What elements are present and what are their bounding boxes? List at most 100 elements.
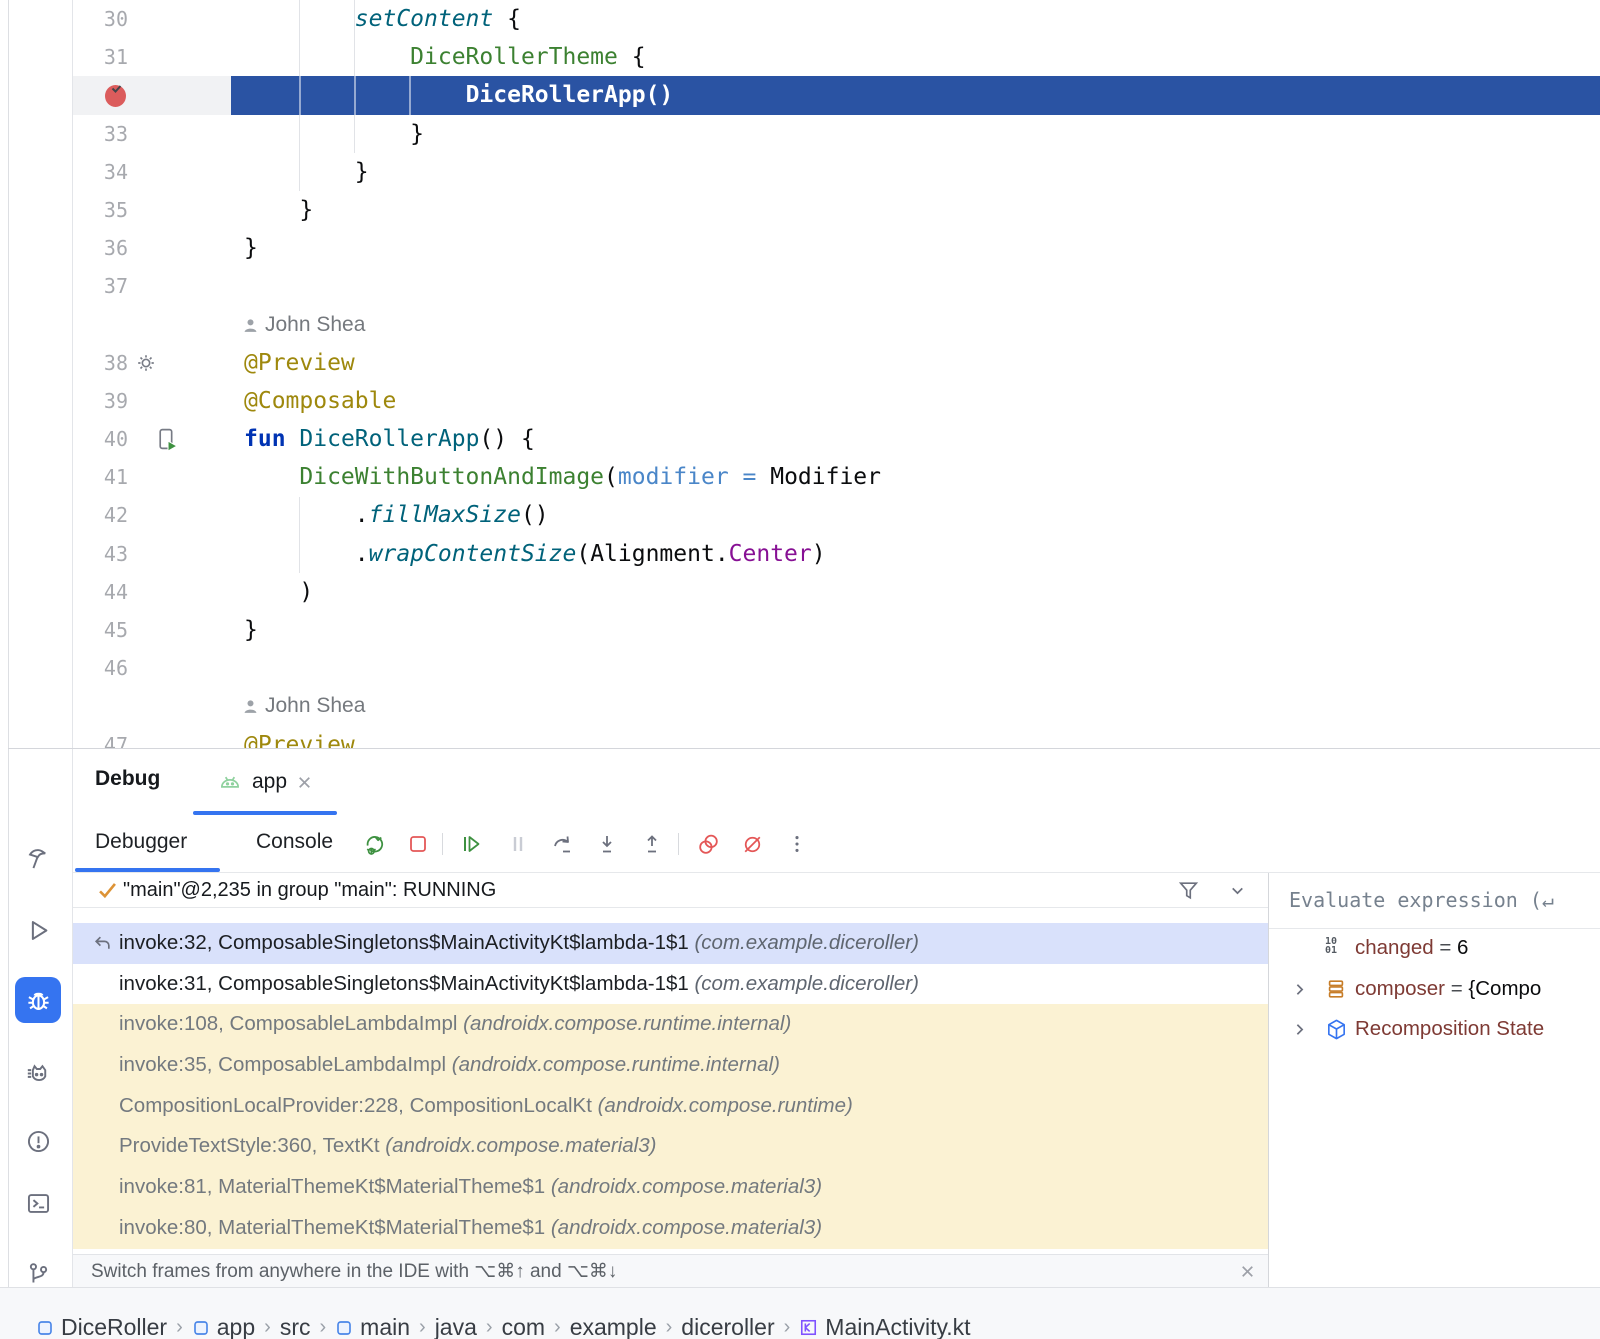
- code-line-34[interactable]: 34 }: [73, 153, 1600, 191]
- code-line-45[interactable]: 45}: [73, 611, 1600, 649]
- step-out-button[interactable]: [639, 831, 665, 857]
- toolstripe-profiler-cat-button[interactable]: [15, 1050, 61, 1096]
- android-icon: [217, 769, 243, 795]
- code-line-43[interactable]: 43 .wrapContentSize(Alignment.Center): [73, 535, 1600, 573]
- breadcrumb-item[interactable]: java: [435, 1314, 477, 1339]
- more-options-button[interactable]: [784, 831, 810, 857]
- line-number[interactable]: 41: [73, 458, 128, 496]
- breadcrumb-label: com: [502, 1314, 545, 1339]
- code-editor[interactable]: 30 setContent {31 DiceRollerTheme { Dice…: [73, 0, 1600, 748]
- stack-frame[interactable]: invoke:108, ComposableLambdaImpl (androi…: [73, 1004, 1268, 1045]
- run-preview-icon[interactable]: [155, 427, 180, 452]
- breadcrumb-label: app: [217, 1314, 255, 1339]
- line-number[interactable]: 31: [73, 38, 128, 76]
- stack-frame[interactable]: invoke:81, MaterialThemeKt$MaterialTheme…: [73, 1167, 1268, 1208]
- view-breakpoints-button[interactable]: [695, 831, 721, 857]
- tab-console[interactable]: Console: [256, 830, 333, 854]
- line-number[interactable]: 40: [73, 420, 128, 458]
- line-number[interactable]: 45: [73, 611, 128, 649]
- breakpoint-icon[interactable]: [103, 82, 129, 109]
- code-line-39[interactable]: 39 @Composable: [73, 382, 1600, 420]
- breadcrumb-item[interactable]: DiceRoller: [36, 1314, 167, 1339]
- chevron-right-icon[interactable]: [1291, 1021, 1308, 1038]
- line-number[interactable]: 44: [73, 573, 128, 611]
- stack-frame[interactable]: invoke:35, ComposableLambdaImpl (android…: [73, 1045, 1268, 1086]
- rerun-debug-button[interactable]: [361, 831, 387, 857]
- breadcrumb-item[interactable]: com: [502, 1314, 545, 1339]
- line-number[interactable]: 47: [73, 726, 128, 748]
- line-number[interactable]: 34: [73, 153, 128, 191]
- evaluate-expression-input[interactable]: Evaluate expression (↵: [1269, 873, 1600, 929]
- variable-row[interactable]: Recomposition State: [1269, 1009, 1600, 1050]
- code-line-37[interactable]: 37: [73, 267, 1600, 305]
- line-number[interactable]: 36: [73, 229, 128, 267]
- breadcrumb-item[interactable]: example: [570, 1314, 657, 1339]
- line-number[interactable]: 35: [73, 191, 128, 229]
- frame-package: (com.example.diceroller): [694, 972, 918, 995]
- breadcrumb-separator: ›: [666, 1316, 673, 1339]
- toolstripe-run-button[interactable]: [15, 907, 61, 953]
- line-number[interactable]: 46: [73, 649, 128, 687]
- line-number[interactable]: 38: [73, 344, 128, 382]
- breadcrumb-item[interactable]: app: [192, 1314, 255, 1339]
- stack-frame[interactable]: ProvideTextStyle:360, TextKt (androidx.c…: [73, 1126, 1268, 1167]
- code-line-31[interactable]: 31 DiceRollerTheme {: [73, 38, 1600, 76]
- code-line-35[interactable]: 35 }: [73, 191, 1600, 229]
- toolstripe-problems-button[interactable]: [15, 1118, 61, 1164]
- line-number[interactable]: 42: [73, 496, 128, 534]
- close-icon[interactable]: [296, 774, 313, 791]
- author-annotation[interactable]: John Shea: [73, 306, 1600, 344]
- stack-frame[interactable]: invoke:31, ComposableSingletons$MainActi…: [73, 964, 1268, 1005]
- stack-frame[interactable]: invoke:80, MaterialThemeKt$MaterialTheme…: [73, 1208, 1268, 1249]
- stack-frame[interactable]: invoke:32, ComposableSingletons$MainActi…: [73, 923, 1268, 964]
- thread-status-row[interactable]: "main"@2,235 in group "main": RUNNING: [73, 873, 1268, 908]
- gear-icon[interactable]: [135, 352, 157, 374]
- code-text: ): [244, 573, 313, 611]
- session-tab-app[interactable]: app: [193, 749, 337, 815]
- toolstripe-hammer-button[interactable]: [15, 835, 61, 881]
- code-line-42[interactable]: 42 .fillMaxSize(): [73, 496, 1600, 534]
- breadcrumb-item[interactable]: main: [335, 1314, 410, 1339]
- line-number[interactable]: 30: [73, 0, 128, 38]
- code-line-41[interactable]: 41 DiceWithButtonAndImage(modifier = Mod…: [73, 458, 1600, 496]
- filter-funnel-icon[interactable]: [1176, 878, 1201, 903]
- code-line-33[interactable]: 33 }: [73, 115, 1600, 153]
- tab-debugger[interactable]: Debugger: [95, 830, 187, 854]
- code-line-44[interactable]: 44 ): [73, 573, 1600, 611]
- toolstripe-debug-bug-button[interactable]: [15, 977, 61, 1023]
- variable-row[interactable]: composer = {Compo: [1269, 969, 1600, 1010]
- chevron-right-icon[interactable]: [1291, 981, 1308, 998]
- line-number[interactable]: 43: [73, 535, 128, 573]
- toolstripe-terminal-button[interactable]: [15, 1180, 61, 1226]
- code-line-40[interactable]: 40 fun DiceRollerApp() {: [73, 420, 1600, 458]
- chevron-down-icon[interactable]: [1229, 882, 1246, 899]
- code-line-46[interactable]: 46: [73, 649, 1600, 687]
- breadcrumb-item[interactable]: MainActivity.kt: [799, 1314, 970, 1339]
- line-number[interactable]: 37: [73, 267, 128, 305]
- code-line-38[interactable]: 38@Preview: [73, 344, 1600, 382]
- line-number[interactable]: 39: [73, 382, 128, 420]
- pause-button[interactable]: [505, 831, 531, 857]
- line-number[interactable]: 33: [73, 115, 128, 153]
- code-text: fun DiceRollerApp() {: [244, 420, 535, 458]
- code-line-30[interactable]: 30 setContent {: [73, 0, 1600, 38]
- frame-package: (androidx.compose.material3): [551, 1216, 822, 1239]
- thread-status-text: "main"@2,235 in group "main": RUNNING: [123, 873, 496, 907]
- code-line-36[interactable]: 36}: [73, 229, 1600, 267]
- breadcrumb-item[interactable]: src: [280, 1314, 311, 1339]
- stack-frame[interactable]: CompositionLocalProvider:228, Compositio…: [73, 1086, 1268, 1127]
- step-into-button[interactable]: [594, 831, 620, 857]
- code-line-47[interactable]: 47@Preview: [73, 726, 1600, 748]
- variable-row[interactable]: 1001changed = 6: [1269, 928, 1600, 969]
- code-line-32[interactable]: DiceRollerApp(): [73, 76, 1600, 114]
- mute-breakpoints-button[interactable]: [739, 831, 765, 857]
- close-icon[interactable]: [1239, 1263, 1256, 1280]
- step-over-button[interactable]: [550, 831, 576, 857]
- frame-package: (androidx.compose.runtime.internal): [463, 1012, 791, 1035]
- stop-button[interactable]: [405, 831, 431, 857]
- breadcrumb-item[interactable]: diceroller: [681, 1314, 774, 1339]
- breadcrumb-label: src: [280, 1314, 311, 1339]
- resume-button[interactable]: [458, 831, 484, 857]
- code-text: @Composable: [244, 382, 396, 420]
- author-annotation[interactable]: John Shea: [73, 687, 1600, 725]
